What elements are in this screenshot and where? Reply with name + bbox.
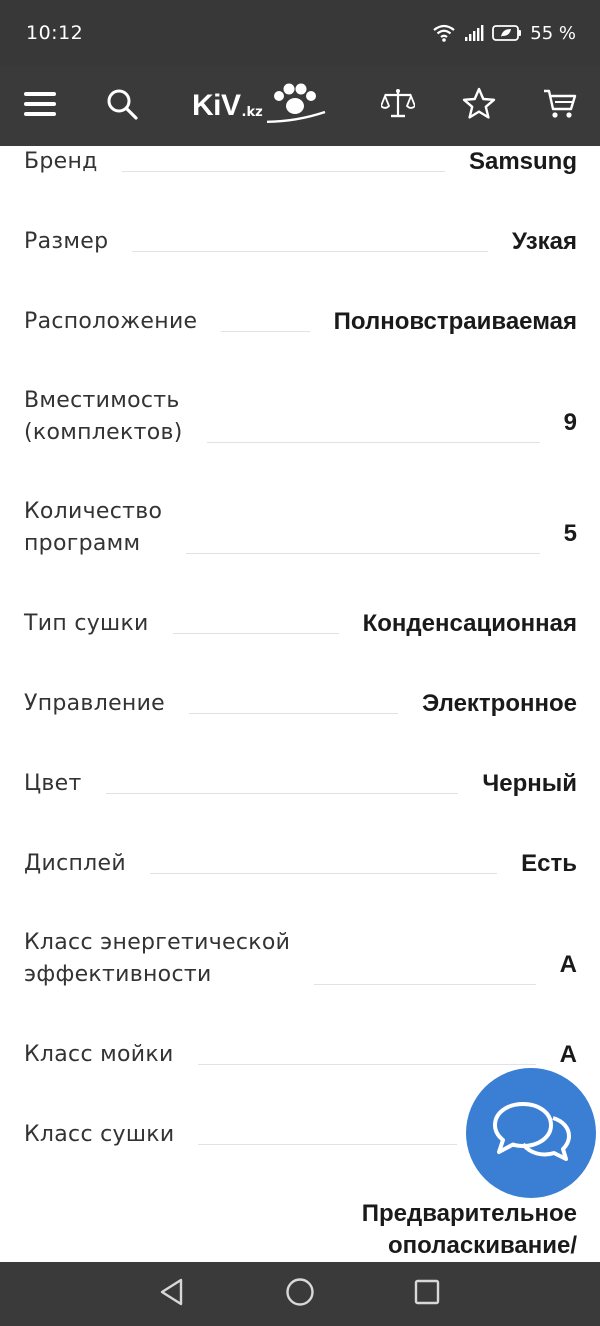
- search-icon: [106, 88, 138, 124]
- favorites-button[interactable]: [455, 82, 503, 130]
- spec-label-line: программ: [24, 531, 141, 556]
- spec-dotted-line: [221, 331, 310, 332]
- spec-label-line: эффективности: [24, 962, 212, 987]
- spec-row: Количество программ 5: [24, 496, 577, 560]
- logo-text: KiV: [192, 89, 241, 122]
- back-button[interactable]: [152, 1274, 192, 1314]
- logo[interactable]: KiV .kz: [192, 82, 332, 130]
- spec-row: Бренд Samsung: [24, 146, 577, 178]
- chat-button[interactable]: [466, 1068, 596, 1198]
- spec-dotted-line: [105, 793, 459, 794]
- favorites-star-icon: [462, 87, 496, 125]
- app-header: KiV .kz: [0, 66, 600, 146]
- spec-dotted-line: [172, 633, 339, 634]
- cart-icon: [543, 88, 577, 124]
- spec-label: Тип сушки: [24, 611, 149, 636]
- spec-dotted-line: [132, 251, 488, 252]
- spec-row: Вместимость (комплектов) 9: [24, 385, 577, 449]
- spec-value: Конденсационная: [362, 610, 577, 637]
- status-icons: 55 %: [432, 23, 576, 44]
- spec-dotted-line: [197, 1064, 536, 1065]
- battery-percent: 55 %: [530, 22, 576, 44]
- spec-row: Класс мойки A: [24, 1039, 577, 1071]
- spec-label: Количество программ: [24, 496, 162, 560]
- spec-dotted-line: [149, 873, 498, 874]
- spec-value: Узкая: [511, 228, 577, 255]
- paw-logo-icon: [226, 82, 327, 130]
- spec-row: Расположение Полновстраиваемая: [24, 306, 577, 338]
- battery-saver-icon: [492, 24, 522, 42]
- spec-value: A: [559, 1041, 577, 1068]
- spec-value: 5: [563, 520, 577, 547]
- spec-row: Предварительное ополаскивание/: [24, 1198, 577, 1262]
- spec-value: Есть: [521, 850, 577, 877]
- spec-label: Расположение: [24, 309, 198, 334]
- spec-label: Класс мойки: [24, 1042, 174, 1067]
- spec-label: Дисплей: [24, 851, 126, 876]
- spec-label-line: (комплектов): [24, 420, 183, 445]
- status-bar: 10:12 55 %: [0, 0, 600, 66]
- spec-value-line: Предварительное: [361, 1200, 577, 1227]
- spec-row: Цвет Черный: [24, 768, 577, 800]
- system-navigation-bar: [0, 1262, 600, 1326]
- spec-value: Samsung: [468, 148, 577, 175]
- spec-value-line: ополаскивание/: [388, 1232, 577, 1259]
- spec-row: Дисплей Есть: [24, 848, 577, 880]
- spec-value: Полновстраиваемая: [333, 308, 577, 335]
- search-button[interactable]: [98, 82, 146, 130]
- cart-button[interactable]: [536, 82, 584, 130]
- compare-scale-icon: [379, 88, 417, 124]
- recents-square-icon: [414, 1279, 440, 1309]
- spec-label: Класс энергетической эффективности: [24, 927, 290, 991]
- spec-dotted-line: [206, 442, 540, 443]
- spec-value: Электронное: [422, 690, 577, 717]
- spec-value: A: [559, 951, 577, 978]
- spec-value: Черный: [482, 770, 577, 797]
- spec-row: Тип сушки Конденсационная: [24, 608, 577, 640]
- status-time: 10:12: [26, 22, 84, 44]
- spec-dotted-line: [121, 171, 445, 172]
- spec-row: Управление Электронное: [24, 688, 577, 720]
- spec-label: Цвет: [24, 771, 82, 796]
- logo-suffix: .kz: [241, 104, 263, 120]
- spec-row: Класс энергетической эффективности A: [24, 927, 577, 991]
- compare-button[interactable]: [374, 82, 422, 130]
- spec-dotted-line: [189, 713, 399, 714]
- spec-label: Вместимость (комплектов): [24, 385, 183, 449]
- spec-dotted-line: [314, 984, 536, 985]
- signal-icon: [464, 24, 484, 42]
- spec-label-line: Класс энергетической: [24, 930, 291, 955]
- spec-value: Предварительное ополаскивание/: [362, 1198, 577, 1262]
- spec-dotted-line: [198, 1144, 457, 1145]
- spec-label: Бренд: [24, 149, 98, 174]
- spec-label: Класс сушки: [24, 1122, 175, 1147]
- spec-label: Управление: [24, 691, 166, 716]
- menu-icon: [24, 91, 56, 121]
- spec-label: Размер: [24, 229, 109, 254]
- spec-row: Размер Узкая: [24, 226, 577, 258]
- chat-bubbles-icon: [489, 1098, 573, 1168]
- menu-button[interactable]: [16, 82, 64, 130]
- spec-label-line: Вместимость: [24, 388, 180, 413]
- home-button[interactable]: [280, 1274, 320, 1314]
- back-triangle-icon: [159, 1278, 185, 1310]
- home-circle-icon: [285, 1277, 315, 1311]
- spec-label-line: Количество: [24, 499, 163, 524]
- recents-button[interactable]: [407, 1274, 447, 1314]
- spec-value: 9: [563, 409, 577, 436]
- spec-dotted-line: [186, 553, 540, 554]
- wifi-icon: [432, 23, 456, 43]
